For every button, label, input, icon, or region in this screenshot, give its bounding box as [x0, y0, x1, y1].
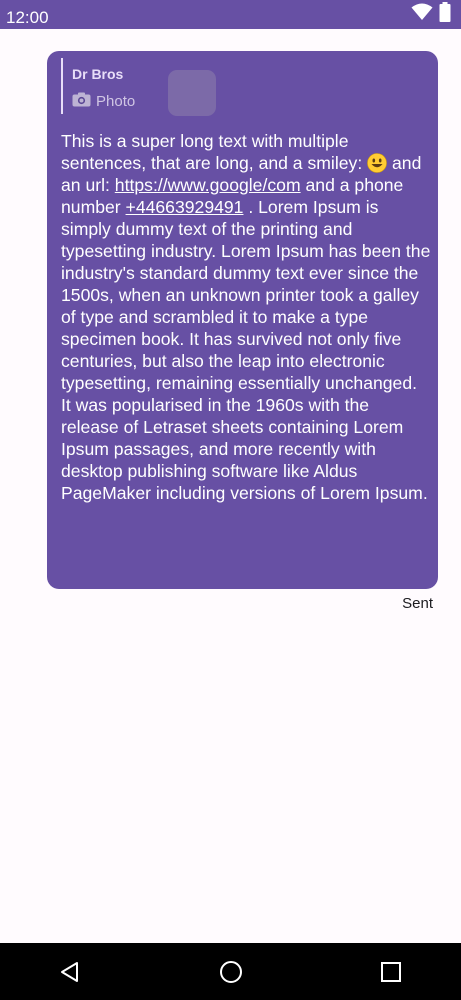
reply-preview-label: Photo	[96, 93, 136, 110]
recents-square-icon[interactable]	[379, 960, 403, 984]
url-link[interactable]: https://www.google/com	[115, 175, 301, 195]
message-text: This is a super long text with multiple …	[61, 130, 431, 504]
back-triangle-icon[interactable]	[58, 960, 82, 984]
message-text-part: This is a super long text with multiple …	[61, 131, 368, 173]
status-time: 12:00	[6, 8, 49, 27]
reply-preview: Photo	[72, 92, 135, 111]
message-text-part: . Lorem Ipsum is simply dummy text of th…	[61, 197, 431, 503]
wifi-icon	[411, 3, 433, 26]
status-icons	[411, 1, 451, 26]
phone-link[interactable]: +44663929491	[126, 197, 244, 217]
home-circle-icon[interactable]	[219, 960, 243, 984]
message-status: Sent	[402, 595, 433, 612]
battery-icon	[439, 1, 451, 27]
camera-icon	[72, 92, 91, 111]
reply-quote[interactable]: Dr Bros Photo	[61, 58, 216, 116]
reply-photo-thumbnail	[168, 70, 216, 116]
reply-sender: Dr Bros	[72, 66, 124, 82]
message-bubble[interactable]: Dr Bros Photo This is a super long text …	[47, 51, 438, 589]
status-bar: 12:00	[0, 0, 461, 29]
navigation-bar	[0, 943, 461, 1000]
smiley-emoji	[367, 153, 387, 173]
